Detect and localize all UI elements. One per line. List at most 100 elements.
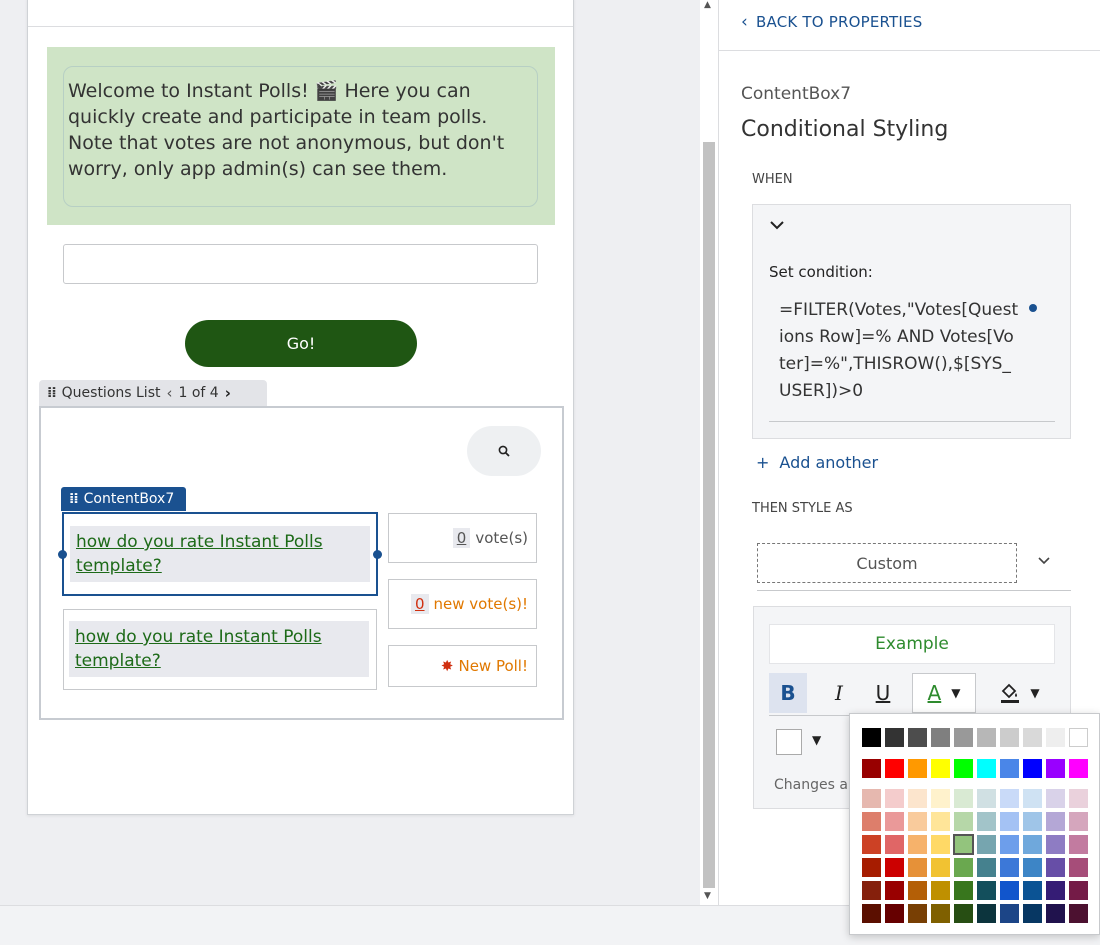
color-swatch[interactable] — [885, 835, 904, 854]
color-swatch[interactable] — [954, 881, 973, 900]
chevron-down-icon[interactable] — [1037, 555, 1051, 567]
color-swatch[interactable] — [908, 904, 927, 923]
fill-color-button[interactable]: ▼ — [994, 673, 1046, 713]
color-swatch[interactable] — [1023, 789, 1042, 808]
color-swatch[interactable] — [977, 728, 996, 747]
scroll-down-icon[interactable]: ▼ — [704, 891, 711, 901]
color-swatch[interactable] — [931, 904, 950, 923]
style-select[interactable]: Custom — [757, 543, 1017, 583]
scroll-up-icon[interactable]: ▲ — [704, 0, 711, 10]
color-swatch[interactable] — [1023, 759, 1042, 778]
color-swatch[interactable] — [931, 835, 950, 854]
bold-button[interactable]: B — [769, 673, 807, 713]
color-swatch[interactable] — [931, 728, 950, 747]
drag-handle-icon[interactable]: ⁞⁞ — [69, 491, 79, 507]
new-votes-count[interactable]: 0 — [410, 594, 429, 614]
color-swatch[interactable] — [908, 835, 927, 854]
color-swatch[interactable] — [1046, 904, 1065, 923]
color-swatch[interactable] — [1000, 858, 1019, 877]
new-poll-box[interactable]: ✸ New Poll! — [388, 645, 537, 687]
question-card[interactable]: how do you rate Instant Polls template? — [63, 609, 377, 690]
color-swatch[interactable] — [908, 759, 927, 778]
color-swatch[interactable] — [862, 835, 881, 854]
color-swatch[interactable] — [1000, 812, 1019, 831]
scrollbar-thumb[interactable] — [703, 142, 715, 888]
color-swatch[interactable] — [977, 858, 996, 877]
color-swatch[interactable] — [885, 812, 904, 831]
color-swatch[interactable] — [885, 759, 904, 778]
color-swatch[interactable] — [1023, 881, 1042, 900]
resize-handle-left[interactable] — [58, 550, 67, 559]
color-swatch[interactable] — [954, 812, 973, 831]
color-swatch[interactable] — [1000, 835, 1019, 854]
color-swatch[interactable] — [931, 812, 950, 831]
color-swatch[interactable] — [954, 789, 973, 808]
text-color-button[interactable]: A ▼ — [912, 673, 976, 713]
resize-handle-right[interactable] — [373, 550, 382, 559]
color-swatch[interactable] — [1069, 812, 1088, 831]
color-swatch[interactable] — [1046, 835, 1065, 854]
color-swatch[interactable] — [977, 881, 996, 900]
color-swatch[interactable] — [1069, 728, 1088, 747]
drag-handle-icon[interactable]: ⁞⁞ — [47, 385, 57, 401]
color-swatch[interactable] — [908, 881, 927, 900]
color-swatch[interactable] — [1046, 728, 1065, 747]
poll-text-input[interactable] — [63, 244, 538, 284]
color-swatch[interactable] — [885, 904, 904, 923]
color-swatch[interactable] — [862, 881, 881, 900]
color-swatch[interactable] — [931, 759, 950, 778]
question-link[interactable]: how do you rate Instant Polls template? — [69, 621, 369, 677]
color-swatch[interactable] — [977, 759, 996, 778]
color-swatch[interactable] — [977, 812, 996, 831]
color-swatch[interactable] — [862, 789, 881, 808]
color-swatch[interactable] — [1046, 789, 1065, 808]
color-swatch[interactable] — [885, 789, 904, 808]
color-swatch[interactable] — [862, 904, 881, 923]
question-link[interactable]: how do you rate Instant Polls template? — [70, 526, 370, 582]
color-swatch[interactable] — [954, 904, 973, 923]
color-swatch[interactable] — [908, 728, 927, 747]
color-swatch[interactable] — [885, 881, 904, 900]
color-swatch[interactable] — [931, 858, 950, 877]
color-swatch[interactable] — [1046, 858, 1065, 877]
color-swatch[interactable] — [1046, 881, 1065, 900]
color-swatch[interactable] — [977, 904, 996, 923]
votes-count[interactable]: 0 — [452, 528, 471, 548]
color-swatch[interactable] — [953, 834, 974, 855]
color-swatch[interactable] — [1000, 789, 1019, 808]
color-swatch[interactable] — [1069, 904, 1088, 923]
color-swatch[interactable] — [862, 759, 881, 778]
border-color-swatch[interactable] — [776, 729, 802, 755]
caret-down-icon[interactable]: ▼ — [812, 733, 821, 747]
color-swatch[interactable] — [954, 858, 973, 877]
chevron-left-icon[interactable]: ‹ — [166, 384, 172, 402]
color-swatch[interactable] — [954, 759, 973, 778]
underline-button[interactable]: U — [864, 673, 902, 713]
color-swatch[interactable] — [1000, 881, 1019, 900]
question-card-selected[interactable]: how do you rate Instant Polls template? — [58, 512, 382, 596]
add-another-button[interactable]: + Add another — [756, 453, 878, 472]
chevron-down-icon[interactable] — [769, 219, 785, 231]
color-swatch[interactable] — [1023, 858, 1042, 877]
color-swatch[interactable] — [1000, 728, 1019, 747]
color-swatch[interactable] — [931, 881, 950, 900]
content-box-tag[interactable]: ⁞⁞ ContentBox7 — [61, 487, 187, 511]
color-swatch[interactable] — [885, 728, 904, 747]
color-swatch[interactable] — [862, 812, 881, 831]
color-swatch[interactable] — [908, 812, 927, 831]
color-swatch[interactable] — [885, 858, 904, 877]
chevron-right-icon[interactable]: › — [225, 384, 231, 402]
color-swatch[interactable] — [1046, 759, 1065, 778]
color-swatch[interactable] — [1023, 812, 1042, 831]
color-swatch[interactable] — [908, 858, 927, 877]
color-swatch[interactable] — [1069, 759, 1088, 778]
color-swatch[interactable] — [862, 728, 881, 747]
condition-formula[interactable]: =FILTER(Votes,"Votes[Questions Row]=% AN… — [779, 297, 1019, 405]
color-swatch[interactable] — [1069, 881, 1088, 900]
back-to-properties-link[interactable]: ‹ BACK TO PROPERTIES — [741, 12, 922, 32]
color-swatch[interactable] — [1023, 728, 1042, 747]
color-swatch[interactable] — [977, 789, 996, 808]
color-swatch[interactable] — [1046, 812, 1065, 831]
color-swatch[interactable] — [1069, 858, 1088, 877]
color-swatch[interactable] — [1023, 835, 1042, 854]
